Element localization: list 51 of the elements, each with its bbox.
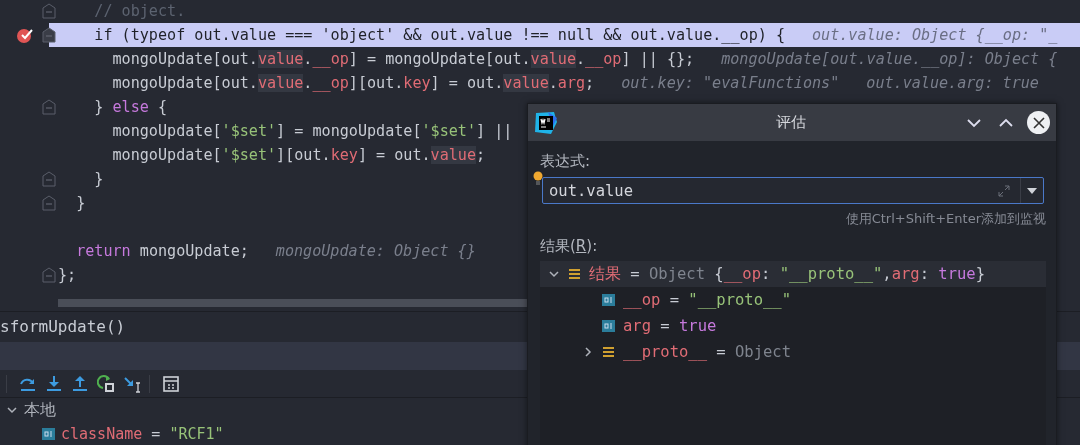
variable-text[interactable]: arg = true	[623, 317, 717, 335]
chevron-icon[interactable]	[582, 346, 594, 358]
close-icon	[1032, 116, 1045, 129]
primitive-icon	[42, 428, 55, 440]
code-line: }	[75, 194, 86, 212]
expression-label: 表达式:	[540, 151, 592, 172]
close-button[interactable]	[1027, 111, 1050, 134]
step-into-button[interactable]	[45, 374, 63, 393]
breakpoint-icon[interactable]	[16, 26, 34, 44]
expand-icon[interactable]	[998, 184, 1010, 197]
code-line: // object.	[93, 2, 186, 20]
variable-text[interactable]: __op = "__proto__"	[623, 291, 791, 309]
expression-combo-box[interactable]: out.value	[542, 177, 1044, 204]
shortcut-hint: 使用Ctrl+Shift+Enter添加到监视	[844, 210, 1046, 228]
chevron-icon[interactable]	[6, 404, 18, 416]
code-line: mongoUpdate[out.value.__op] = mongoUpdate[out.value.__op] || {};	[111, 50, 695, 68]
inline-hint: out.value.arg: true	[866, 74, 1039, 92]
variable-text[interactable]: __proto__ = Object	[623, 343, 791, 361]
run-to-cursor-button[interactable]	[123, 374, 141, 393]
code-line: mongoUpdate['$set'] = mongoUpdate['$set'] ||	[111, 122, 513, 140]
calculator-button[interactable]	[162, 374, 180, 393]
group-label[interactable]: 本地	[24, 399, 56, 421]
lightbulb-icon[interactable]	[533, 171, 543, 187]
dialog-title-bar[interactable]: 评估	[528, 104, 1056, 141]
code-line: if (typeof out.value === 'object' && out.value !== null && out.value.__op) {	[93, 26, 785, 44]
inline-hint: mongoUpdate[out.value.__op]: Object {	[721, 50, 1058, 68]
inline-hint: mongoUpdate: Object {}	[275, 242, 476, 260]
fold-icon[interactable]	[42, 27, 56, 43]
scrollbar-thumb[interactable]	[58, 299, 527, 307]
variable-text[interactable]: className = "RCF1"	[61, 425, 224, 443]
primitive-icon	[602, 294, 615, 306]
frame-item[interactable]: sformUpdate()	[0, 312, 126, 342]
inline-hint: out.value: Object {__op: "_	[812, 26, 1058, 44]
code-line: return mongoUpdate;	[75, 242, 249, 260]
code-line: }	[93, 170, 104, 188]
code-line: } else {	[93, 98, 168, 116]
caret-icon	[1027, 187, 1037, 194]
dialog-title: 评估	[774, 113, 807, 132]
result-label: 结果(R):	[540, 236, 599, 257]
reset-frame-button[interactable]	[97, 374, 115, 393]
step-out-button[interactable]	[71, 374, 89, 393]
expression-input[interactable]: out.value	[543, 181, 998, 200]
chevron-icon[interactable]	[548, 268, 560, 280]
code-line: mongoUpdate[out.value.__op][out.key] = out.value.arg;	[111, 74, 595, 92]
code-line: mongoUpdate['$set'][out.key] = out.value;	[111, 146, 486, 164]
inline-hint: out.key: "evalFunctions"	[621, 74, 840, 92]
object-icon	[602, 346, 615, 358]
object-icon	[568, 268, 581, 280]
app-logo-icon	[534, 110, 558, 135]
code-line: };	[58, 266, 77, 284]
primitive-icon	[602, 320, 615, 332]
